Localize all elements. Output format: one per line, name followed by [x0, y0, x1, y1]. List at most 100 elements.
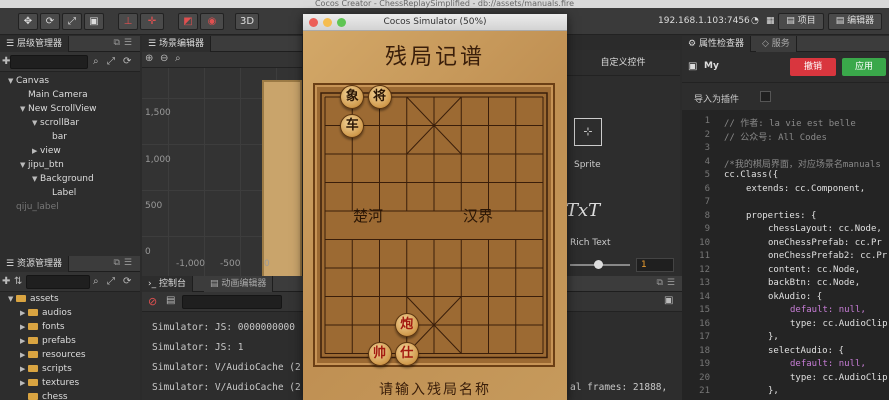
expand-caret-icon[interactable]: ▼: [20, 158, 28, 172]
tab-scene[interactable]: ☰ 场景编辑器: [142, 36, 211, 52]
maximize-icon[interactable]: [337, 18, 346, 27]
close-icon[interactable]: [309, 18, 318, 27]
asset-item[interactable]: ▼ assets: [8, 292, 59, 306]
simulator-window: Cocos Simulator (50%) 残局记谱 楚河 汉界 象将车炮帅仕 …: [303, 14, 567, 400]
minimize-icon[interactable]: [323, 18, 332, 27]
expand-caret-icon[interactable]: ▶: [20, 348, 28, 362]
project-button[interactable]: ▤ 项目: [778, 13, 824, 30]
zoom-in-icon[interactable]: ⊕: [145, 53, 153, 64]
folder-icon: [28, 323, 38, 330]
local-coords-icon[interactable]: ◩: [178, 13, 198, 30]
rect-tool-icon[interactable]: ▣: [84, 13, 104, 30]
expand-caret-icon[interactable]: ▼: [32, 172, 40, 186]
chess-piece[interactable]: 车: [340, 113, 365, 138]
asset-item[interactable]: ▶ resources: [20, 348, 86, 362]
expand-caret-icon[interactable]: ▶: [32, 144, 40, 158]
editor-button[interactable]: ▤ 编辑器: [828, 13, 882, 30]
slider-value-field[interactable]: 1: [636, 258, 674, 272]
rotate-tool-icon[interactable]: ⟳: [40, 13, 60, 30]
hierarchy-item[interactable]: Main Camera: [20, 88, 88, 102]
expand-caret-icon[interactable]: ▶: [20, 362, 28, 376]
global-coords-icon[interactable]: ◉: [200, 13, 224, 30]
asset-item[interactable]: ▶ scripts: [20, 362, 72, 376]
expand-caret-icon[interactable]: ▼: [20, 102, 28, 116]
widgets-panel: 自定义控件 ⊹ Sprite TxT Rich Text 1: [566, 50, 680, 276]
qr-icon[interactable]: ▦: [766, 16, 775, 26]
slider-handle[interactable]: [594, 260, 603, 269]
toggle-3d-button[interactable]: 3D: [235, 13, 259, 30]
tab-properties[interactable]: ⚙ 属性检查器: [682, 36, 751, 52]
zoom-out-icon[interactable]: ⊖: [160, 53, 168, 64]
tab-hierarchy[interactable]: ☰ 层级管理器: [0, 36, 69, 52]
zoom-reset-icon[interactable]: ⌕: [175, 53, 181, 64]
richtext-widget-icon[interactable]: TxT: [566, 200, 600, 221]
search-icon[interactable]: ⌕: [93, 56, 99, 67]
hierarchy-item[interactable]: ▼ New ScrollView: [20, 102, 97, 116]
chess-piece[interactable]: 炮: [394, 313, 419, 337]
x-axis-label: 0: [264, 259, 270, 269]
expand-caret-icon[interactable]: ▶: [20, 320, 28, 334]
hierarchy-search-input[interactable]: [10, 55, 88, 69]
clear-icon[interactable]: ⊘: [148, 295, 157, 308]
tab-console[interactable]: ›_ 控制台: [142, 276, 193, 292]
chess-piece[interactable]: 将: [367, 85, 392, 109]
expand-caret-icon[interactable]: ▼: [32, 116, 40, 130]
panel-menu-icons[interactable]: ⧉☰: [657, 278, 680, 288]
hierarchy-item[interactable]: ▼ jipu_btn: [20, 158, 64, 172]
line-number: 20: [699, 372, 710, 383]
line-number: 6: [704, 183, 710, 194]
collapse-icon[interactable]: ⤢: [107, 56, 115, 67]
hierarchy-item[interactable]: ▼ Canvas: [8, 74, 49, 88]
refresh-icon[interactable]: ⟳: [123, 56, 131, 67]
hierarchy-item[interactable]: ▼ Background: [32, 172, 94, 186]
asset-item[interactable]: ▶ audios: [20, 306, 72, 320]
code-line: /*我的棋局界面，对应场景名manuals: [724, 159, 881, 170]
item-label: chess: [42, 392, 68, 400]
import-as-plugin-checkbox[interactable]: [760, 91, 771, 102]
chess-piece[interactable]: 仕: [394, 341, 419, 366]
richtext-label: Rich Text: [570, 238, 611, 248]
collapse-checkbox-icon[interactable]: ▣: [664, 295, 673, 306]
panel-menu-icons[interactable]: ⧉☰: [114, 38, 137, 48]
move-tool-icon[interactable]: ✥: [18, 13, 38, 30]
hierarchy-item[interactable]: qiju_label: [8, 200, 59, 214]
anchor-icon[interactable]: ⊥: [118, 13, 138, 30]
asset-item[interactable]: ▶ textures: [20, 376, 79, 390]
collapse-icon[interactable]: ⤢: [107, 276, 115, 287]
hierarchy-item[interactable]: bar: [44, 130, 67, 144]
search-icon[interactable]: ⌕: [93, 276, 99, 287]
chess-board[interactable]: 楚河 汉界 象将车炮帅仕: [313, 83, 555, 367]
tab-animation-editor[interactable]: ▤ 动画编辑器: [204, 276, 274, 292]
console-filter-input[interactable]: [182, 295, 282, 309]
scale-tool-icon[interactable]: ⤢: [62, 13, 82, 30]
expand-caret-icon[interactable]: ▶: [20, 334, 28, 348]
revert-button[interactable]: 撤销: [790, 58, 836, 76]
scene-canvas[interactable]: 1,500 1,000 500 0 -1,000 -500 0: [142, 68, 302, 294]
hierarchy-item[interactable]: ▼ scrollBar: [32, 116, 79, 130]
refresh-icon[interactable]: ⟳: [123, 276, 131, 287]
tab-service[interactable]: ◇ 服务: [756, 36, 797, 52]
hierarchy-item[interactable]: Label: [44, 186, 76, 200]
ip-address: 192.168.1.103:7456: [658, 16, 750, 26]
asset-item[interactable]: chess: [20, 390, 68, 400]
expand-caret-icon[interactable]: ▶: [20, 306, 28, 320]
apply-button[interactable]: 应用: [842, 58, 886, 76]
expand-caret-icon[interactable]: ▶: [20, 376, 28, 390]
line-number: 12: [699, 264, 710, 275]
open-log-icon[interactable]: ▤: [166, 295, 175, 306]
asset-item[interactable]: ▶ prefabs: [20, 334, 76, 348]
hierarchy-item[interactable]: ▶ view: [32, 144, 61, 158]
sort-icon[interactable]: ⇅: [14, 276, 22, 287]
cocos-creator-window: Cocos Creator - ChessReplaySimplified - …: [0, 0, 889, 400]
expand-caret-icon[interactable]: ▼: [8, 74, 16, 88]
asset-item[interactable]: ▶ fonts: [20, 320, 65, 334]
sprite-widget-icon[interactable]: ⊹: [574, 118, 602, 146]
expand-caret-icon[interactable]: ▼: [8, 292, 16, 306]
chess-piece[interactable]: 帅: [367, 341, 392, 366]
panel-menu-icons[interactable]: ⧉☰: [114, 258, 137, 268]
window-title: Cocos Creator - ChessReplaySimplified - …: [0, 0, 889, 8]
pivot-icon[interactable]: ✛: [140, 13, 164, 30]
tab-assets[interactable]: ☰ 资源管理器: [0, 256, 69, 272]
add-asset-icon[interactable]: ✚: [2, 276, 10, 287]
assets-search-input[interactable]: [26, 275, 90, 289]
